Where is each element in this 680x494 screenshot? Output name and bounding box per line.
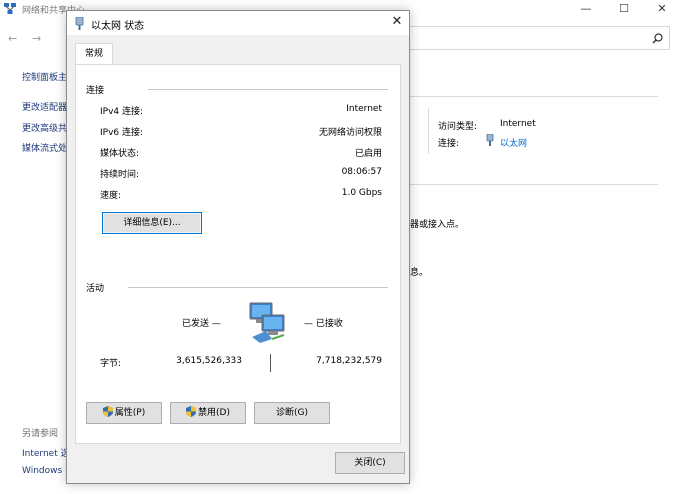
connections-label: 连接: bbox=[438, 139, 460, 149]
change-adapter-link[interactable]: 更改适配器 bbox=[22, 100, 67, 113]
group-divider bbox=[128, 287, 388, 288]
dialog-title-bar: 以太网 状态 ✕ bbox=[67, 11, 409, 35]
ethernet-icon bbox=[75, 17, 84, 30]
disable-button[interactable]: 禁用(D) bbox=[170, 402, 246, 424]
properties-label: 属性(P) bbox=[114, 408, 146, 418]
search-icon[interactable] bbox=[652, 33, 663, 44]
connection-heading: 连接 bbox=[86, 86, 105, 96]
media-state-value: 已启用 bbox=[354, 149, 382, 159]
admin-shield-icon bbox=[102, 406, 113, 417]
divider bbox=[428, 108, 429, 154]
sent-label: 已发送 — bbox=[182, 319, 221, 329]
close-icon[interactable]: ✕ bbox=[389, 14, 405, 30]
ethernet-icon bbox=[486, 134, 494, 146]
bytes-separator bbox=[270, 354, 271, 372]
details-button[interactable]: 详细信息(E)... bbox=[102, 212, 202, 234]
bytes-sent-value: 3,615,526,333 bbox=[176, 356, 242, 366]
change-advanced-sharing-link[interactable]: 更改高级共 bbox=[22, 121, 67, 134]
admin-shield-icon bbox=[186, 406, 197, 417]
received-label: — 已接收 bbox=[304, 319, 343, 329]
speed-value: 1.0 Gbps bbox=[341, 188, 382, 198]
windows-firewall-link[interactable]: Windows bbox=[22, 466, 62, 476]
divider bbox=[410, 96, 658, 97]
duration-value: 08:06:57 bbox=[341, 167, 382, 177]
close-button[interactable]: 关闭(C) bbox=[335, 452, 405, 474]
ethernet-status-dialog: 以太网 状态 ✕ 常规 连接 IPv4 连接: Internet IPv6 连接… bbox=[66, 10, 410, 484]
access-type-label: 访问类型: bbox=[438, 122, 478, 132]
network-computers-icon bbox=[249, 302, 285, 343]
minimize-button[interactable]: — bbox=[568, 0, 604, 18]
speed-label: 速度: bbox=[100, 191, 122, 201]
properties-button[interactable]: 属性(P) bbox=[86, 402, 162, 424]
address-bar[interactable] bbox=[402, 26, 670, 50]
back-button[interactable]: ← bbox=[8, 32, 17, 45]
ipv6-value: 无网络访问权限 bbox=[318, 128, 382, 138]
access-type-value: Internet bbox=[500, 119, 536, 129]
media-state-label: 媒体状态: bbox=[100, 149, 140, 159]
divider bbox=[410, 184, 658, 185]
see-also-heading: 另请参阅 bbox=[22, 429, 59, 439]
disable-label: 禁用(D) bbox=[198, 408, 230, 418]
tab-general[interactable]: 常规 bbox=[75, 43, 113, 65]
media-streaming-link[interactable]: 媒体流式处 bbox=[22, 141, 67, 154]
internet-options-link[interactable]: Internet 选 bbox=[22, 446, 70, 459]
group-divider bbox=[148, 89, 388, 90]
diagnose-button[interactable]: 诊断(G) bbox=[254, 402, 330, 424]
duration-label: 持续时间: bbox=[100, 170, 140, 180]
forward-button[interactable]: → bbox=[32, 32, 41, 45]
activity-heading: 活动 bbox=[86, 284, 105, 294]
truncated-text: 器或接入点。 bbox=[410, 220, 465, 230]
network-center-icon bbox=[4, 3, 16, 14]
truncated-text: 息。 bbox=[410, 268, 429, 278]
ipv6-label: IPv6 连接: bbox=[100, 128, 144, 138]
general-panel: 连接 IPv4 连接: Internet IPv6 连接: 无网络访问权限 媒体… bbox=[75, 64, 401, 444]
ethernet-link[interactable]: 以太网 bbox=[500, 136, 527, 149]
background-close-button[interactable]: ✕ bbox=[644, 0, 680, 18]
bytes-label: 字节: bbox=[100, 359, 122, 369]
ipv4-value: Internet bbox=[346, 104, 382, 114]
dialog-title: 以太网 状态 bbox=[91, 21, 145, 32]
maximize-button[interactable]: ☐ bbox=[606, 0, 642, 18]
bytes-received-value: 7,718,232,579 bbox=[316, 356, 382, 366]
control-panel-home-link[interactable]: 控制面板主 bbox=[22, 70, 67, 83]
ipv4-label: IPv4 连接: bbox=[100, 107, 144, 117]
